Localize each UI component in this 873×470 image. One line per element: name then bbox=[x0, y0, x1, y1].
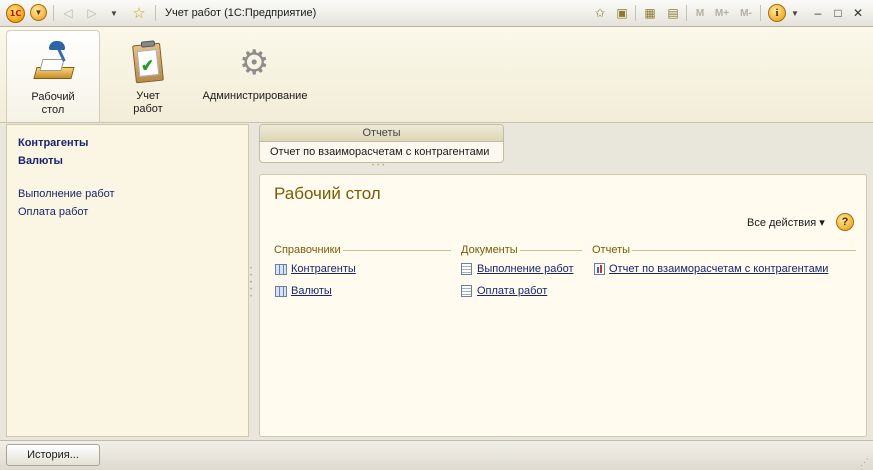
clipboard-icon: ✔ bbox=[126, 40, 170, 84]
bookmark-icon[interactable]: ▣ bbox=[614, 4, 630, 22]
section-work-accounting[interactable]: ✔ Учет работ bbox=[108, 30, 188, 122]
desk-icon bbox=[31, 41, 75, 85]
main-menu-button[interactable]: ▼ bbox=[30, 4, 47, 21]
catalog-counterparties-link[interactable]: Контрагенты bbox=[275, 263, 356, 275]
section-label: Рабочий стол bbox=[31, 91, 75, 116]
report-mutual-settlements-work-link[interactable]: Отчет по взаиморасчетам с контрагентами bbox=[594, 263, 828, 275]
maximize-button[interactable]: □ bbox=[830, 4, 846, 22]
section-administration[interactable]: ⚙ Администрирование bbox=[196, 30, 314, 122]
column-header-label: Отчеты bbox=[592, 244, 631, 256]
section-label: Учет работ bbox=[133, 90, 163, 115]
info-dropdown-icon[interactable]: ▼ bbox=[789, 4, 801, 22]
title-bar: 1С ▼ ◁ ▷ ▼ ☆ Учет работ (1С:Предприятие)… bbox=[0, 0, 873, 27]
nav-item-counterparties[interactable]: Контрагенты bbox=[18, 137, 88, 149]
work-area: Рабочий стол Все действия ▾ ? Справочник… bbox=[259, 174, 867, 437]
horizontal-splitter[interactable]: ••• bbox=[372, 163, 387, 169]
section-desktop[interactable]: Рабочий стол bbox=[6, 30, 100, 122]
page-title: Рабочий стол bbox=[274, 184, 381, 203]
back-arrow-icon[interactable]: ◁ bbox=[60, 4, 76, 22]
minimize-button[interactable]: – bbox=[810, 4, 826, 22]
column-header-label: Документы bbox=[461, 244, 518, 256]
memory-minus-button[interactable]: M- bbox=[736, 4, 756, 22]
report-icon bbox=[594, 263, 605, 275]
catalog-icon bbox=[275, 263, 287, 275]
nav-item-work-performance[interactable]: Выполнение работ bbox=[18, 188, 115, 200]
status-bar: История... ⋰ bbox=[0, 440, 873, 470]
favorites-star-icon[interactable]: ☆ bbox=[130, 4, 148, 22]
vertical-splitter-handle[interactable]: • • • bbox=[250, 280, 252, 301]
history-button[interactable]: История... bbox=[6, 444, 100, 466]
nav-item-currencies[interactable]: Валюты bbox=[18, 155, 63, 167]
reports-header: Отчеты bbox=[592, 244, 857, 256]
memory-m-button[interactable]: M bbox=[693, 4, 707, 22]
document-icon bbox=[461, 285, 472, 297]
window-title: Учет работ (1С:Предприятие) bbox=[165, 7, 317, 19]
section-label: Администрирование bbox=[202, 90, 308, 102]
history-dropdown-icon[interactable]: ▼ bbox=[108, 4, 120, 22]
document-work-performance-link[interactable]: Выполнение работ bbox=[461, 263, 574, 275]
help-icon[interactable]: ? bbox=[836, 213, 854, 231]
resize-grip-icon[interactable]: ⋰ bbox=[860, 457, 869, 468]
info-icon[interactable]: i bbox=[768, 4, 786, 22]
report-mutual-settlements-link[interactable]: Отчет по взаиморасчетам с контрагентами bbox=[260, 142, 503, 162]
catalog-icon bbox=[275, 285, 287, 297]
section-panel: Рабочий стол ✔ Учет работ ⚙ Администриро… bbox=[0, 27, 873, 123]
catalog-currencies-link[interactable]: Валюты bbox=[275, 285, 332, 297]
document-work-payment-link[interactable]: Оплата работ bbox=[461, 285, 547, 297]
document-icon bbox=[461, 263, 472, 275]
toolbar-divider bbox=[686, 5, 687, 21]
calculator-icon[interactable]: ▦ bbox=[642, 4, 658, 22]
column-header-label: Справочники bbox=[274, 244, 341, 256]
memory-plus-button[interactable]: M+ bbox=[712, 4, 732, 22]
navigation-panel: Контрагенты Валюты Выполнение работ Опла… bbox=[6, 124, 249, 437]
add-favorite-icon[interactable]: ✩ bbox=[592, 4, 608, 22]
calendar-icon[interactable]: ▤ bbox=[665, 4, 681, 22]
1c-logo-icon[interactable]: 1С bbox=[6, 4, 25, 23]
nav-item-work-payment[interactable]: Оплата работ bbox=[18, 206, 88, 218]
close-button[interactable]: ✕ bbox=[850, 4, 866, 22]
reports-panel-title: Отчеты bbox=[260, 125, 503, 142]
toolbar-divider bbox=[635, 5, 636, 21]
forward-arrow-icon[interactable]: ▷ bbox=[84, 4, 100, 22]
all-actions-menu[interactable]: Все действия ▾ bbox=[747, 216, 825, 229]
toolbar-divider bbox=[760, 5, 761, 21]
catalogs-header: Справочники bbox=[274, 244, 451, 256]
toolbar-divider bbox=[53, 5, 54, 21]
gear-icon: ⚙ bbox=[239, 43, 270, 83]
toolbar-divider bbox=[155, 5, 156, 21]
reports-panel: Отчеты Отчет по взаиморасчетам с контраг… bbox=[259, 124, 504, 163]
documents-header: Документы bbox=[461, 244, 582, 256]
